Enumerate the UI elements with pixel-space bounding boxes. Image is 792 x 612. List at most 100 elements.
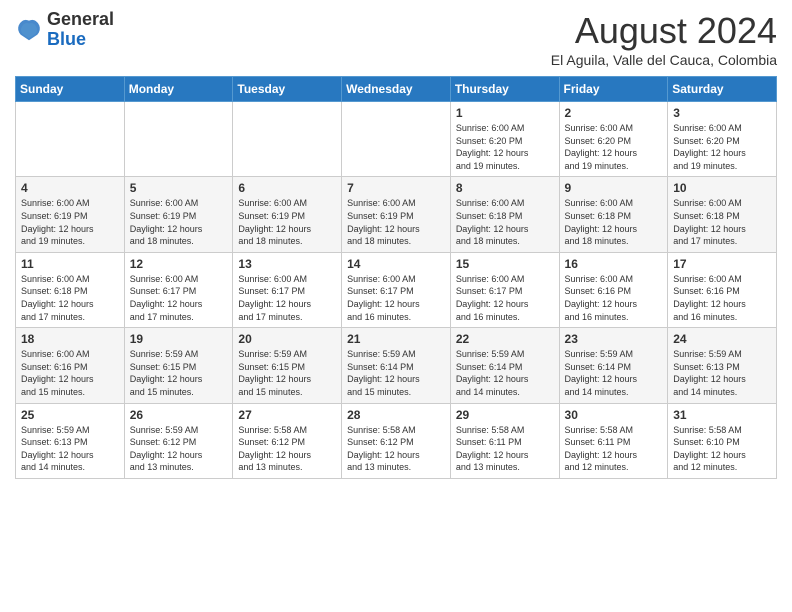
day-info: Sunrise: 5:59 AM Sunset: 6:13 PM Dayligh… bbox=[21, 424, 119, 474]
logo-text: General Blue bbox=[47, 10, 114, 50]
day-number: 3 bbox=[673, 106, 771, 120]
calendar-cell: 10 Sunrise: 6:00 AM Sunset: 6:18 PM Dayli… bbox=[668, 177, 777, 252]
calendar-cell: 7 Sunrise: 6:00 AM Sunset: 6:19 PM Daylig… bbox=[342, 177, 451, 252]
day-number: 16 bbox=[565, 257, 663, 271]
day-info: Sunrise: 6:00 AM Sunset: 6:18 PM Dayligh… bbox=[21, 273, 119, 323]
calendar-cell bbox=[233, 102, 342, 177]
calendar-cell: 30 Sunrise: 5:58 AM Sunset: 6:11 PM Dayli… bbox=[559, 403, 668, 478]
day-info: Sunrise: 6:00 AM Sunset: 6:18 PM Dayligh… bbox=[673, 197, 771, 247]
calendar-cell: 18Sunrise: 6:00 AM Sunset: 6:16 PM Dayli… bbox=[16, 328, 125, 403]
header-day-wednesday: Wednesday bbox=[342, 77, 451, 102]
calendar-cell bbox=[342, 102, 451, 177]
location-subtitle: El Aguila, Valle del Cauca, Colombia bbox=[551, 52, 777, 68]
day-info: Sunrise: 6:00 AM Sunset: 6:19 PM Dayligh… bbox=[130, 197, 228, 247]
day-info: Sunrise: 6:00 AM Sunset: 6:20 PM Dayligh… bbox=[456, 122, 554, 172]
day-number: 1 bbox=[456, 106, 554, 120]
calendar-cell: 23 Sunrise: 5:59 AM Sunset: 6:14 PM Dayli… bbox=[559, 328, 668, 403]
day-info: Sunrise: 6:00 AM Sunset: 6:17 PM Dayligh… bbox=[238, 273, 336, 323]
day-info: Sunrise: 5:59 AM Sunset: 6:15 PM Dayligh… bbox=[238, 348, 336, 398]
logo: General Blue bbox=[15, 10, 114, 50]
title-block: August 2024 El Aguila, Valle del Cauca, … bbox=[551, 10, 777, 68]
day-number: 9 bbox=[565, 181, 663, 195]
day-number: 14 bbox=[347, 257, 445, 271]
day-info: Sunrise: 6:00 AM Sunset: 6:16 PM Dayligh… bbox=[565, 273, 663, 323]
day-info: Sunrise: 5:58 AM Sunset: 6:12 PM Dayligh… bbox=[238, 424, 336, 474]
calendar-cell: 31Sunrise: 5:58 AM Sunset: 6:10 PM Dayli… bbox=[668, 403, 777, 478]
day-number: 4 bbox=[21, 181, 119, 195]
calendar-cell: 12 Sunrise: 6:00 AM Sunset: 6:17 PM Dayli… bbox=[124, 252, 233, 327]
calendar-cell: 5Sunrise: 6:00 AM Sunset: 6:19 PM Daylig… bbox=[124, 177, 233, 252]
day-number: 6 bbox=[238, 181, 336, 195]
day-number: 10 bbox=[673, 181, 771, 195]
header-day-tuesday: Tuesday bbox=[233, 77, 342, 102]
day-info: Sunrise: 5:59 AM Sunset: 6:15 PM Dayligh… bbox=[130, 348, 228, 398]
day-number: 12 bbox=[130, 257, 228, 271]
day-info: Sunrise: 6:00 AM Sunset: 6:20 PM Dayligh… bbox=[565, 122, 663, 172]
calendar-cell: 14 Sunrise: 6:00 AM Sunset: 6:17 PM Dayli… bbox=[342, 252, 451, 327]
day-number: 7 bbox=[347, 181, 445, 195]
day-info: Sunrise: 6:00 AM Sunset: 6:19 PM Dayligh… bbox=[347, 197, 445, 247]
calendar-cell: 26 Sunrise: 5:59 AM Sunset: 6:12 PM Dayli… bbox=[124, 403, 233, 478]
day-number: 15 bbox=[456, 257, 554, 271]
calendar-cell: 20Sunrise: 5:59 AM Sunset: 6:15 PM Dayli… bbox=[233, 328, 342, 403]
day-number: 13 bbox=[238, 257, 336, 271]
day-number: 19 bbox=[130, 332, 228, 346]
calendar-cell: 19 Sunrise: 5:59 AM Sunset: 6:15 PM Dayli… bbox=[124, 328, 233, 403]
day-number: 23 bbox=[565, 332, 663, 346]
page-header: General Blue August 2024 El Aguila, Vall… bbox=[15, 10, 777, 68]
day-info: Sunrise: 5:59 AM Sunset: 6:12 PM Dayligh… bbox=[130, 424, 228, 474]
day-info: Sunrise: 6:00 AM Sunset: 6:17 PM Dayligh… bbox=[130, 273, 228, 323]
calendar-cell bbox=[124, 102, 233, 177]
day-number: 11 bbox=[21, 257, 119, 271]
logo-icon bbox=[15, 16, 43, 44]
day-number: 31 bbox=[673, 408, 771, 422]
calendar-week-2: 4 Sunrise: 6:00 AM Sunset: 6:19 PM Daylig… bbox=[16, 177, 777, 252]
day-number: 8 bbox=[456, 181, 554, 195]
header-day-saturday: Saturday bbox=[668, 77, 777, 102]
day-info: Sunrise: 5:59 AM Sunset: 6:14 PM Dayligh… bbox=[347, 348, 445, 398]
day-info: Sunrise: 6:00 AM Sunset: 6:18 PM Dayligh… bbox=[565, 197, 663, 247]
day-number: 18 bbox=[21, 332, 119, 346]
day-number: 30 bbox=[565, 408, 663, 422]
calendar-cell: 24Sunrise: 5:59 AM Sunset: 6:13 PM Dayli… bbox=[668, 328, 777, 403]
day-info: Sunrise: 6:00 AM Sunset: 6:19 PM Dayligh… bbox=[238, 197, 336, 247]
calendar-week-4: 18Sunrise: 6:00 AM Sunset: 6:16 PM Dayli… bbox=[16, 328, 777, 403]
calendar-week-1: 1 Sunrise: 6:00 AM Sunset: 6:20 PM Daylig… bbox=[16, 102, 777, 177]
day-number: 25 bbox=[21, 408, 119, 422]
day-number: 22 bbox=[456, 332, 554, 346]
calendar-table: SundayMondayTuesdayWednesdayThursdayFrid… bbox=[15, 76, 777, 479]
day-number: 21 bbox=[347, 332, 445, 346]
calendar-cell: 11 Sunrise: 6:00 AM Sunset: 6:18 PM Dayli… bbox=[16, 252, 125, 327]
calendar-header-row: SundayMondayTuesdayWednesdayThursdayFrid… bbox=[16, 77, 777, 102]
day-info: Sunrise: 6:00 AM Sunset: 6:17 PM Dayligh… bbox=[347, 273, 445, 323]
header-day-thursday: Thursday bbox=[450, 77, 559, 102]
calendar-cell: 25 Sunrise: 5:59 AM Sunset: 6:13 PM Dayli… bbox=[16, 403, 125, 478]
header-day-sunday: Sunday bbox=[16, 77, 125, 102]
calendar-cell: 6 Sunrise: 6:00 AM Sunset: 6:19 PM Daylig… bbox=[233, 177, 342, 252]
day-number: 26 bbox=[130, 408, 228, 422]
day-number: 29 bbox=[456, 408, 554, 422]
day-info: Sunrise: 6:00 AM Sunset: 6:16 PM Dayligh… bbox=[673, 273, 771, 323]
day-info: Sunrise: 5:59 AM Sunset: 6:14 PM Dayligh… bbox=[565, 348, 663, 398]
calendar-cell: 15 Sunrise: 6:00 AM Sunset: 6:17 PM Dayli… bbox=[450, 252, 559, 327]
calendar-week-3: 11 Sunrise: 6:00 AM Sunset: 6:18 PM Dayli… bbox=[16, 252, 777, 327]
month-title: August 2024 bbox=[551, 10, 777, 52]
day-number: 2 bbox=[565, 106, 663, 120]
calendar-cell: 1 Sunrise: 6:00 AM Sunset: 6:20 PM Daylig… bbox=[450, 102, 559, 177]
day-info: Sunrise: 5:58 AM Sunset: 6:11 PM Dayligh… bbox=[456, 424, 554, 474]
calendar-cell: 21 Sunrise: 5:59 AM Sunset: 6:14 PM Dayli… bbox=[342, 328, 451, 403]
calendar-cell: 3Sunrise: 6:00 AM Sunset: 6:20 PM Daylig… bbox=[668, 102, 777, 177]
calendar-cell: 22Sunrise: 5:59 AM Sunset: 6:14 PM Dayli… bbox=[450, 328, 559, 403]
day-info: Sunrise: 6:00 AM Sunset: 6:17 PM Dayligh… bbox=[456, 273, 554, 323]
day-info: Sunrise: 6:00 AM Sunset: 6:18 PM Dayligh… bbox=[456, 197, 554, 247]
calendar-week-5: 25 Sunrise: 5:59 AM Sunset: 6:13 PM Dayli… bbox=[16, 403, 777, 478]
day-number: 27 bbox=[238, 408, 336, 422]
day-info: Sunrise: 5:58 AM Sunset: 6:11 PM Dayligh… bbox=[565, 424, 663, 474]
calendar-cell: 28Sunrise: 5:58 AM Sunset: 6:12 PM Dayli… bbox=[342, 403, 451, 478]
day-number: 17 bbox=[673, 257, 771, 271]
calendar-cell: 17 Sunrise: 6:00 AM Sunset: 6:16 PM Dayli… bbox=[668, 252, 777, 327]
calendar-cell: 2 Sunrise: 6:00 AM Sunset: 6:20 PM Daylig… bbox=[559, 102, 668, 177]
calendar-cell: 29 Sunrise: 5:58 AM Sunset: 6:11 PM Dayli… bbox=[450, 403, 559, 478]
calendar-cell: 8 Sunrise: 6:00 AM Sunset: 6:18 PM Daylig… bbox=[450, 177, 559, 252]
day-info: Sunrise: 6:00 AM Sunset: 6:19 PM Dayligh… bbox=[21, 197, 119, 247]
